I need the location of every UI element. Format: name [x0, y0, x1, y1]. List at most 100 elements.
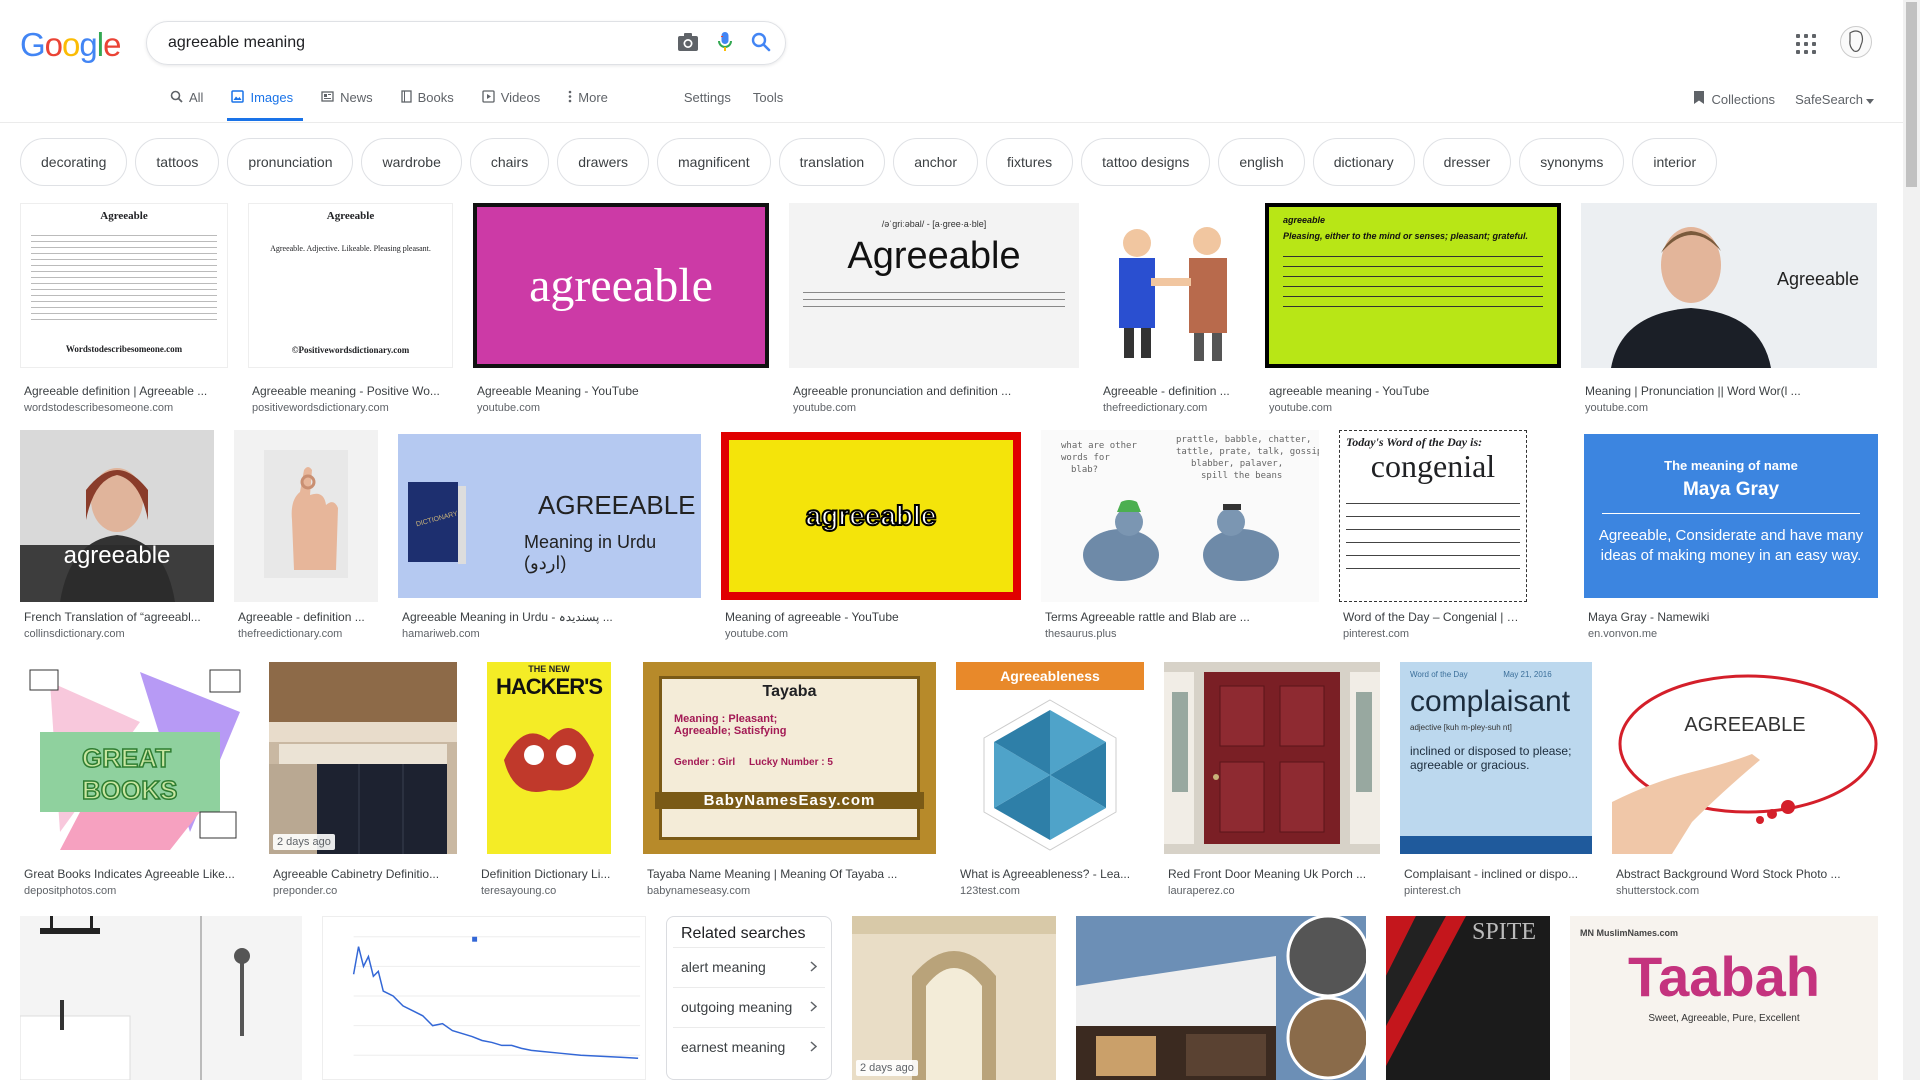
chevron-right-icon [810, 959, 818, 975]
image-result[interactable]: MN MuslimNames.com Taabah Sweet, Agreeab… [1570, 916, 1878, 1080]
search-icon[interactable] [751, 32, 771, 57]
image-result[interactable]: Agreeableness What is Agreeableness? - L… [956, 662, 1144, 902]
result-thumbnail [1164, 662, 1380, 854]
vertical-scrollbar[interactable] [1903, 0, 1920, 1080]
google-logo[interactable]: Google [20, 26, 121, 64]
result-source: positivewordsdictionary.com [252, 402, 389, 414]
image-result[interactable]: THE NEW HACKER'S Definition Dictionary L… [477, 662, 623, 902]
image-result[interactable]: DICTIONARY AGREEABLE Meaning in Urdu (ار… [398, 430, 701, 645]
result-caption: Meaning of agreeable - YouTube [725, 610, 899, 624]
result-thumbnail: Agreeableness [956, 662, 1144, 854]
image-result[interactable]: 2 days ago [852, 916, 1056, 1080]
safesearch-dropdown[interactable]: SafeSearch [1795, 90, 1874, 108]
logo-letter: e [103, 26, 121, 63]
image-result[interactable]: Today's Word of the Day is: congenial Wo… [1339, 430, 1527, 645]
result-caption: Red Front Door Meaning Uk Porch ... [1168, 867, 1367, 881]
related-search-item[interactable]: earnest meaning [673, 1027, 825, 1065]
svg-text:GREAT: GREAT [82, 743, 171, 773]
thumb-word: Taabah [1628, 945, 1820, 1008]
thumb-word: agreeable [805, 499, 938, 532]
result-thumbnail: /əˈɡriːəbal/ - [a·gree·a·ble] Agreeable [789, 203, 1079, 368]
microphone-icon[interactable] [717, 31, 733, 58]
result-thumbnail: what are other words for blab? prattle, bab… [1041, 430, 1319, 602]
chip[interactable]: fixtures [986, 138, 1074, 186]
thumb-text: Agreeable. Adjective. Likeable. Pleasing… [270, 244, 431, 253]
camera-icon[interactable] [677, 32, 699, 57]
avatar[interactable] [1840, 26, 1872, 58]
chevron-right-icon [810, 999, 818, 1015]
result-thumbnail: SPITE [1386, 916, 1550, 1080]
image-result[interactable]: Red Front Door Meaning Uk Porch ... laur… [1164, 662, 1380, 902]
image-result[interactable]: SPITE [1386, 916, 1550, 1080]
tab-all[interactable]: All [166, 84, 213, 121]
image-result[interactable]: Tayaba Meaning : Pleasant; Agreeable; Sa… [643, 662, 936, 902]
search-box[interactable]: agreeable meaning [146, 21, 786, 65]
image-result[interactable]: 2 days ago Agreeable Cabinetry Definitio… [269, 662, 457, 902]
result-source: en.vonvon.me [1588, 628, 1658, 640]
image-result[interactable]: agreeable French Translation of “agreeab… [20, 430, 214, 645]
chip[interactable]: magnificent [657, 138, 771, 186]
image-result[interactable]: agreeable Pleasing, either to the mind o… [1265, 203, 1561, 414]
thumb-sub: Wordstodescribesomeone.com [65, 344, 183, 354]
chip[interactable]: wardrobe [361, 138, 462, 186]
result-source: babynameseasy.com [647, 885, 751, 897]
chip[interactable]: synonyms [1519, 138, 1625, 186]
chip[interactable]: anchor [893, 138, 979, 186]
image-result[interactable]: GREAT BOOKS Great Books Indicates Agreeab… [20, 662, 249, 902]
image-result[interactable]: Agreeable - definition ... thefreedictio… [1099, 203, 1245, 414]
chip[interactable]: chairs [469, 138, 550, 186]
tab-news[interactable]: News [317, 84, 383, 121]
collections-link[interactable]: Collections [1693, 90, 1775, 108]
result-caption: What is Agreeableness? - Lea... [960, 867, 1131, 881]
thumb-text: Meaning : Pleasant; Agreeable; Satisfyin… [674, 713, 787, 737]
chip[interactable]: interior [1632, 138, 1718, 186]
result-source: youtube.com [725, 628, 788, 640]
image-result[interactable]: The meaning of name Maya Gray Agreeable,… [1584, 430, 1878, 645]
chip[interactable]: tattoos [135, 138, 220, 186]
image-result[interactable]: what are other words for blab? prattle, bab… [1041, 430, 1319, 645]
related-searches-card: Related searches alert meaning outgoing … [666, 916, 832, 1080]
result-caption: Tayaba Name Meaning | Meaning Of Tayaba … [647, 867, 898, 881]
image-result[interactable]: Agreeable Wordstodescribesomeone.com Agr… [20, 203, 228, 414]
chip[interactable]: translation [778, 138, 886, 186]
scrollbar-thumb[interactable] [1906, 2, 1917, 187]
image-result[interactable]: Word of the Day May 21, 2016 complaisant… [1400, 662, 1592, 902]
chip[interactable]: drawers [557, 138, 650, 186]
apps-grid-icon[interactable] [1796, 34, 1816, 54]
result-source: collinsdictionary.com [24, 628, 125, 640]
image-result[interactable] [1076, 916, 1366, 1080]
image-result[interactable]: Agreeable - definition ... thefreedictio… [234, 430, 378, 645]
tab-books[interactable]: Books [397, 84, 464, 121]
thumb-sub: BabyNamesEasy.com [655, 792, 924, 809]
chip[interactable]: decorating [20, 138, 128, 186]
thumb-sub: Meaning in Urdu (اردو) [524, 532, 657, 573]
related-search-label: outgoing meaning [681, 998, 793, 1015]
tools-link[interactable]: Tools [753, 84, 783, 121]
image-result[interactable]: agreeable Agreeable Meaning - YouTube yo… [473, 203, 769, 414]
image-result[interactable] [20, 916, 302, 1080]
image-result[interactable]: /əˈɡriːəbal/ - [a·gree·a·ble] Agreeable … [789, 203, 1079, 414]
image-result[interactable] [322, 916, 646, 1080]
thumb-word: AGREEABLE [1684, 714, 1806, 736]
chip[interactable]: dictionary [1312, 138, 1415, 186]
related-search-item[interactable]: alert meaning [673, 947, 825, 985]
search-input[interactable]: agreeable meaning [168, 34, 305, 52]
result-caption: Great Books Indicates Agreeable Like... [24, 867, 235, 881]
image-result[interactable]: AGREEABLE Abstract Background Word Stock… [1612, 662, 1878, 902]
image-result[interactable]: agreeable Meaning of agreeable - YouTube… [721, 430, 1021, 645]
image-result[interactable]: Agreeable Agreeable. Adjective. Likeable… [248, 203, 453, 414]
settings-link[interactable]: Settings [684, 84, 731, 121]
thumb-title: Agreeable [326, 210, 375, 222]
result-thumbnail: MN MuslimNames.com Taabah Sweet, Agreeab… [1570, 916, 1878, 1080]
chip[interactable]: tattoo designs [1081, 138, 1211, 186]
image-result[interactable]: Agreeable Meaning | Pronunciation || Wor… [1581, 203, 1877, 414]
chip[interactable]: english [1218, 138, 1305, 186]
tab-videos[interactable]: Videos [478, 84, 551, 121]
related-search-item[interactable]: outgoing meaning [673, 987, 825, 1025]
result-source: depositphotos.com [24, 885, 117, 897]
chip[interactable]: dresser [1422, 138, 1512, 186]
tab-images[interactable]: Images [227, 84, 304, 121]
tab-more[interactable]: More [564, 84, 618, 121]
result-caption: Agreeable meaning - Positive Wo... [252, 384, 440, 398]
chip[interactable]: pronunciation [227, 138, 354, 186]
